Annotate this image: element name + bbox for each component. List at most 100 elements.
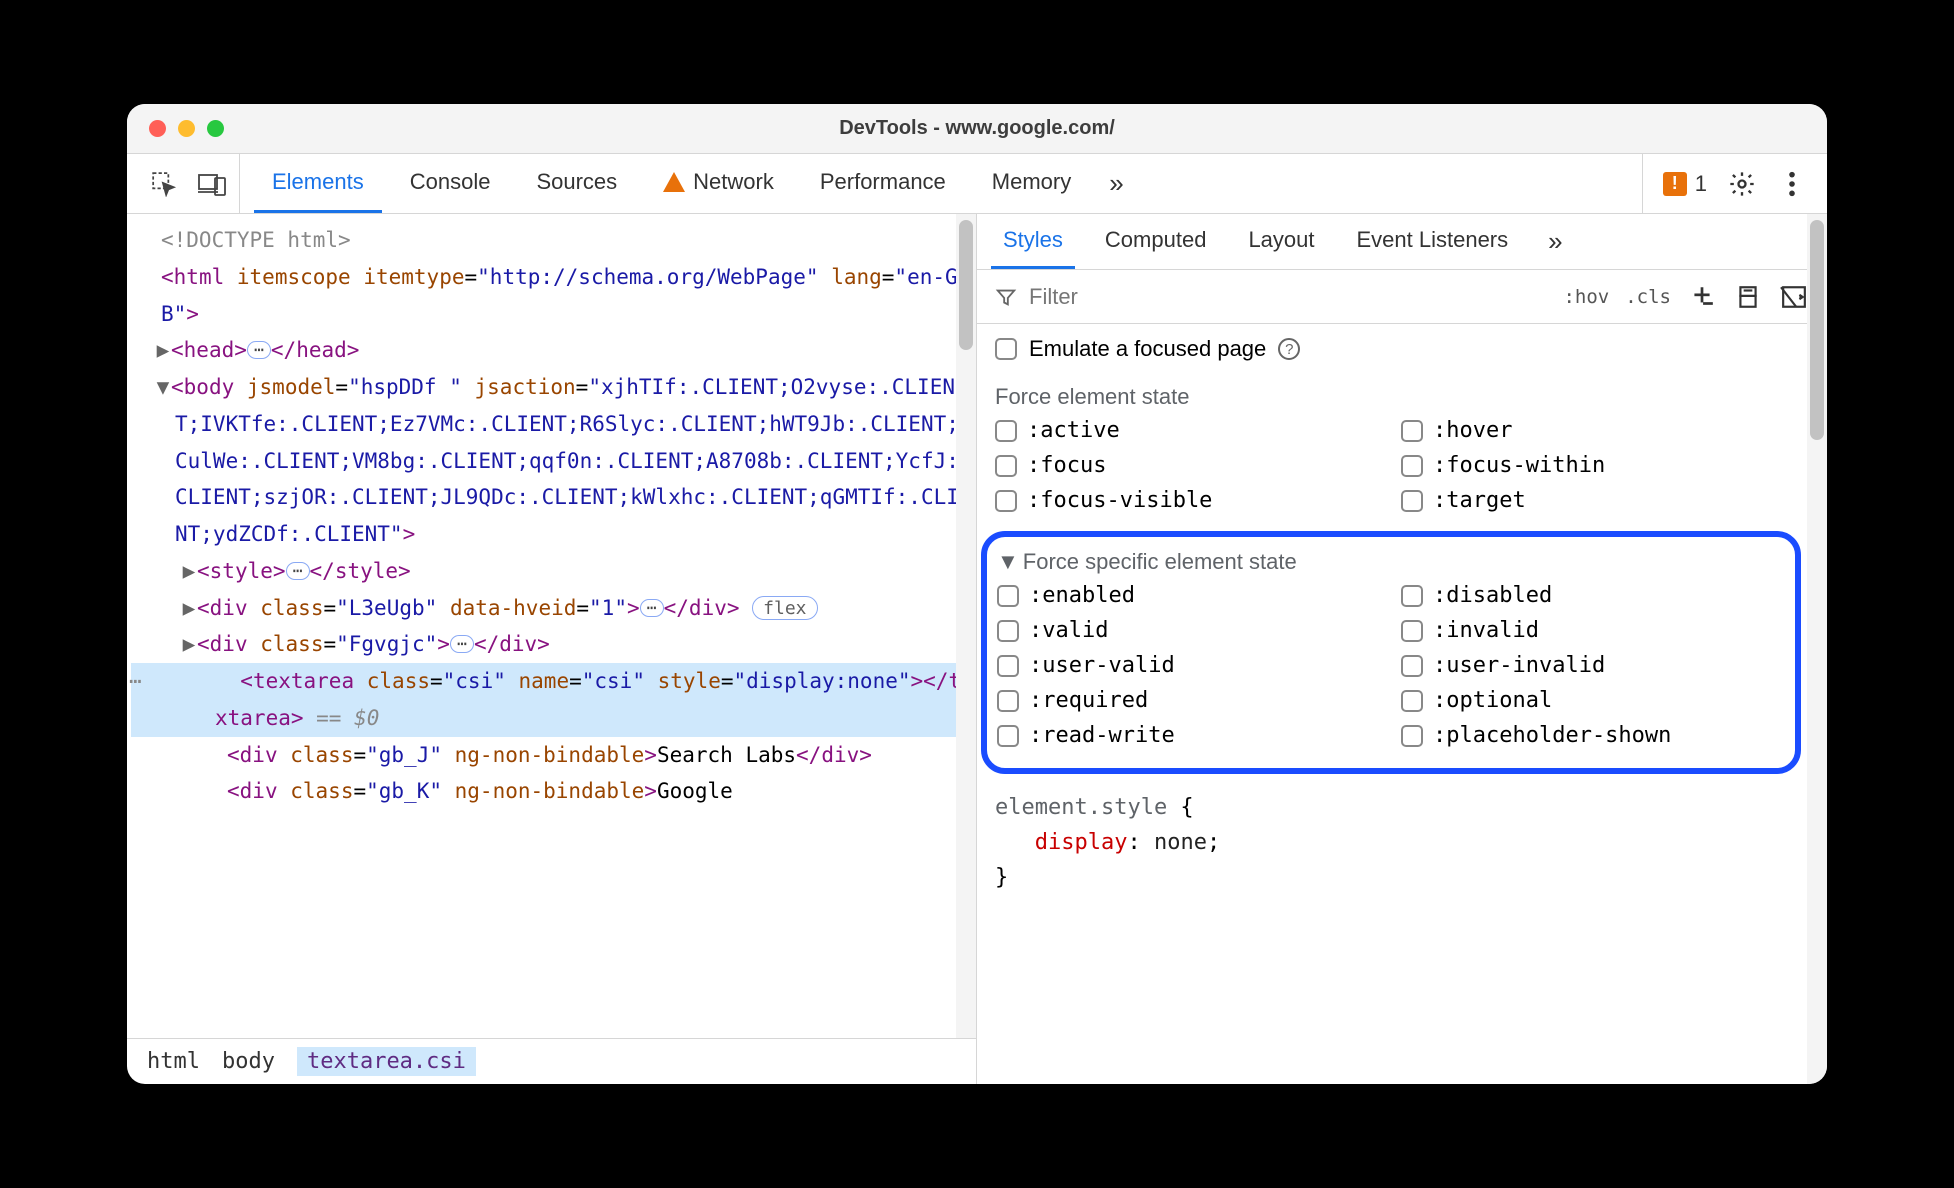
checkbox[interactable] (997, 725, 1019, 747)
state-label: :user-valid (1029, 653, 1175, 678)
more-tabs-button[interactable]: » (1099, 154, 1133, 213)
dom-tree[interactable]: <!DOCTYPE html> <html itemscope itemtype… (127, 214, 976, 1038)
scrollbar-thumb[interactable] (1810, 220, 1824, 440)
checkbox[interactable] (995, 455, 1017, 477)
checkbox[interactable] (997, 690, 1019, 712)
styles-tab-layout[interactable]: Layout (1236, 214, 1326, 269)
property-value[interactable]: none (1154, 830, 1207, 855)
state-user-invalid[interactable]: :user-invalid (1401, 653, 1785, 678)
checkbox[interactable] (995, 420, 1017, 442)
div-node-fgvgjc[interactable]: ▶<div class="Fgvgjc">⋯</div> (131, 626, 974, 663)
elements-panel: <!DOCTYPE html> <html itemscope itemtype… (127, 214, 977, 1084)
state-placeholder-shown[interactable]: :placeholder-shown (1401, 723, 1785, 748)
state-valid[interactable]: :valid (997, 618, 1381, 643)
tab-memory[interactable]: Memory (974, 154, 1089, 213)
head-node[interactable]: ▶<head>⋯</head> (131, 332, 974, 369)
state-label: :disabled (1433, 583, 1552, 608)
doctype-node[interactable]: <!DOCTYPE html> (161, 228, 351, 252)
main-tabs: Elements Console Sources Network Perform… (240, 154, 1642, 213)
help-icon[interactable]: ? (1278, 338, 1300, 360)
tab-performance[interactable]: Performance (802, 154, 964, 213)
state-target[interactable]: :target (1401, 488, 1787, 513)
state-enabled[interactable]: :enabled (997, 583, 1381, 608)
checkbox[interactable] (1401, 420, 1423, 442)
checkbox[interactable] (1401, 655, 1423, 677)
state-label: :placeholder-shown (1433, 723, 1671, 748)
state-active[interactable]: :active (995, 418, 1381, 443)
checkbox[interactable] (1401, 490, 1423, 512)
hov-toggle[interactable]: :hov (1563, 286, 1609, 308)
div-node-gb-j[interactable]: <div class="gb_J" ng-non-bindable>Search… (131, 737, 974, 774)
collapse-icon[interactable]: ▼ (997, 549, 1019, 575)
tab-network[interactable]: Network (645, 154, 792, 213)
breadcrumb-item-active[interactable]: textarea.csi (297, 1047, 476, 1076)
settings-icon[interactable] (1727, 169, 1757, 199)
state-read-write[interactable]: :read-write (997, 723, 1381, 748)
state-user-valid[interactable]: :user-valid (997, 653, 1381, 678)
ellipsis-icon[interactable]: ⋯ (286, 562, 310, 580)
expand-icon[interactable]: ▶ (155, 332, 171, 369)
breadcrumb-item[interactable]: body (222, 1049, 275, 1074)
state-optional[interactable]: :optional (1401, 688, 1785, 713)
style-node[interactable]: ▶<style>⋯</style> (131, 553, 974, 590)
styles-scrollbar[interactable] (1807, 214, 1827, 1084)
kebab-menu-icon[interactable] (1777, 169, 1807, 199)
more-styles-tabs-button[interactable]: » (1538, 214, 1572, 269)
breadcrumb-item[interactable]: html (147, 1049, 200, 1074)
textarea-node-selected[interactable]: ⋯ <textarea class="csi" name="csi" style… (131, 663, 974, 737)
checkbox[interactable] (995, 490, 1017, 512)
checkbox[interactable] (997, 620, 1019, 642)
computed-styles-sidebar-icon[interactable] (1733, 282, 1763, 312)
checkbox[interactable] (1401, 725, 1423, 747)
scrollbar-thumb[interactable] (959, 220, 973, 350)
checkbox[interactable] (1401, 455, 1423, 477)
filter-input[interactable]: Filter (995, 284, 1547, 310)
tab-sources[interactable]: Sources (518, 154, 635, 213)
tab-console[interactable]: Console (392, 154, 509, 213)
tab-elements[interactable]: Elements (254, 154, 382, 213)
state-focus-within[interactable]: :focus-within (1401, 453, 1787, 478)
emulate-checkbox[interactable] (995, 338, 1017, 360)
breadcrumb: html body textarea.csi (127, 1038, 976, 1084)
state-focus-visible[interactable]: :focus-visible (995, 488, 1381, 513)
tab-label: Elements (272, 169, 364, 195)
state-required[interactable]: :required (997, 688, 1381, 713)
ellipsis-icon[interactable]: ⋯ (450, 635, 474, 653)
dom-scrollbar[interactable] (956, 214, 976, 1038)
div-node-gb-k[interactable]: <div class="gb_K" ng-non-bindable>Google (131, 773, 974, 810)
collapse-icon[interactable]: ▼ (155, 369, 171, 406)
checkbox[interactable] (1401, 585, 1423, 607)
checkbox[interactable] (1401, 620, 1423, 642)
expand-icon[interactable]: ▶ (181, 626, 197, 663)
checkbox[interactable] (997, 655, 1019, 677)
styles-tab-styles[interactable]: Styles (991, 214, 1075, 269)
property-name[interactable]: display (1035, 830, 1128, 855)
state-disabled[interactable]: :disabled (1401, 583, 1785, 608)
state-invalid[interactable]: :invalid (1401, 618, 1785, 643)
styles-toolbar: Filter :hov .cls (977, 270, 1827, 324)
issues-button[interactable]: ! 1 (1663, 171, 1707, 197)
inspect-element-icon[interactable] (149, 169, 179, 199)
state-label: :valid (1029, 618, 1108, 643)
state-grid: :active :hover :focus :focus-within :foc… (995, 414, 1787, 523)
body-node[interactable]: ▼<body jsmodel="hspDDf " jsaction="xjhTI… (131, 369, 974, 553)
checkbox[interactable] (997, 585, 1019, 607)
element-style-rule[interactable]: element.style { display: none; } (977, 784, 1805, 902)
state-focus[interactable]: :focus (995, 453, 1381, 478)
flex-badge[interactable]: flex (752, 596, 817, 620)
ellipsis-icon[interactable]: ⋯ (640, 599, 664, 617)
expand-icon[interactable]: ▶ (181, 590, 197, 627)
toggle-sidebar-icon[interactable] (1779, 282, 1809, 312)
checkbox[interactable] (1401, 690, 1423, 712)
new-style-rule-icon[interactable] (1687, 282, 1717, 312)
styles-tab-computed[interactable]: Computed (1093, 214, 1219, 269)
html-node[interactable]: <html itemscope itemtype="http://schema.… (131, 259, 974, 333)
expand-icon[interactable]: ▶ (181, 553, 197, 590)
cls-toggle[interactable]: .cls (1625, 286, 1671, 308)
device-toolbar-icon[interactable] (197, 169, 227, 199)
state-hover[interactable]: :hover (1401, 418, 1787, 443)
div-node-l3eugb[interactable]: ▶<div class="L3eUgb" data-hveid="1">⋯</d… (131, 590, 974, 627)
ellipsis-icon[interactable]: ⋯ (247, 341, 271, 359)
styles-tab-event-listeners[interactable]: Event Listeners (1345, 214, 1521, 269)
section-header-specific[interactable]: ▼Force specific element state (997, 543, 1785, 579)
